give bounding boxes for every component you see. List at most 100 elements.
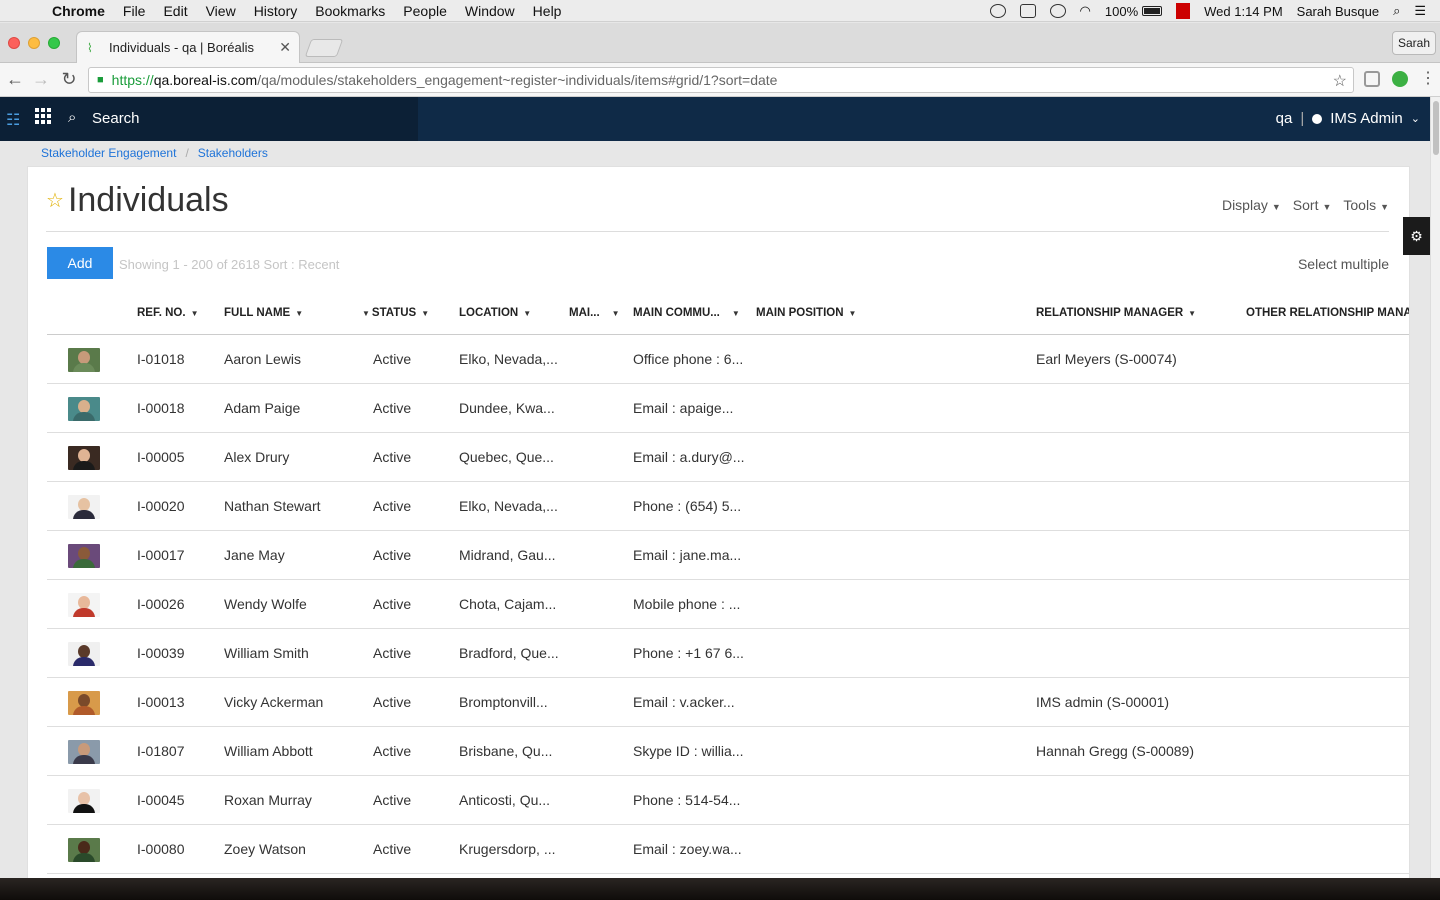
creative-cloud-icon[interactable]	[989, 4, 1006, 18]
list-view-icon[interactable]: ☷	[6, 110, 20, 130]
cell-ref-no[interactable]: I-00005	[137, 449, 184, 465]
settings-gear-icon[interactable]: ⚙	[1403, 217, 1430, 255]
menu-window[interactable]: Window	[465, 3, 515, 19]
chrome-menu-icon[interactable]: ⋮	[1420, 68, 1436, 87]
cell-relationship-manager[interactable]: Earl Meyers (S-00074)	[1036, 351, 1177, 367]
cell-full-name[interactable]: Vicky Ackerman	[224, 694, 323, 710]
table-row[interactable]: I-00020 Nathan Stewart Active Elko, Nevada,…	[47, 482, 1409, 531]
forward-arrow-icon[interactable]: →	[30, 68, 52, 90]
cell-full-name[interactable]: Zoey Watson	[224, 841, 306, 857]
menu-people[interactable]: People	[403, 3, 447, 19]
cell-ref-no[interactable]: I-00018	[137, 400, 184, 416]
breadcrumb-link-stakeholders[interactable]: Stakeholders	[198, 146, 268, 160]
cell-ref-no[interactable]: I-01807	[137, 743, 184, 759]
table-row[interactable]: I-00017 Jane May Active Midrand, Gau... Emai…	[47, 531, 1409, 580]
avatar[interactable]	[68, 544, 100, 568]
battery-icon[interactable]	[1142, 6, 1163, 16]
user-menu[interactable]: qa | IMS Admin ⌄	[1276, 110, 1420, 127]
avatar[interactable]	[68, 789, 100, 813]
browser-tab-active[interactable]: ⌇ Individuals - qa | Boréalis ✕	[76, 31, 300, 63]
table-row[interactable]: I-00005 Alex Drury Active Quebec, Que... Ema…	[47, 433, 1409, 482]
display-dropdown[interactable]: Display ▼	[1222, 197, 1281, 213]
add-button[interactable]: Add	[47, 247, 113, 279]
search-region[interactable]: ☷ ⌕ Search	[0, 97, 418, 141]
column-header-main[interactable]: MAI... ▼	[569, 307, 620, 319]
camera-extension-icon[interactable]	[1364, 71, 1380, 87]
cell-full-name[interactable]: William Smith	[224, 645, 309, 661]
menu-bookmarks[interactable]: Bookmarks	[315, 3, 385, 19]
cell-relationship-manager[interactable]: Hannah Gregg (S-00089)	[1036, 743, 1194, 759]
wifi-icon[interactable]: ◠	[1080, 3, 1091, 19]
avatar[interactable]	[68, 348, 100, 372]
column-header-full-name[interactable]: FULL NAME ▼	[224, 307, 303, 319]
column-header-ref-no[interactable]: REF. NO. ▼	[137, 307, 198, 319]
menu-app-name[interactable]: Chrome	[52, 3, 105, 19]
tools-dropdown[interactable]: Tools ▼	[1343, 197, 1389, 213]
column-header-location[interactable]: LOCATION ▼	[459, 307, 531, 319]
scrollbar-thumb[interactable]	[1433, 101, 1439, 155]
minimize-window-button[interactable]	[28, 37, 40, 49]
back-arrow-icon[interactable]: ←	[4, 68, 26, 90]
favorite-star-icon[interactable]: ☆	[46, 188, 64, 213]
address-bar[interactable]: ■ https:// qa.boreal-is.com /qa/modules/…	[88, 67, 1354, 93]
cell-ref-no[interactable]: I-00045	[137, 792, 184, 808]
cell-full-name[interactable]: Aaron Lewis	[224, 351, 301, 367]
zoom-window-button[interactable]	[48, 37, 60, 49]
menu-view[interactable]: View	[206, 3, 236, 19]
table-row[interactable]: I-00018 Adam Paige Active Dundee, Kwa... Ema…	[47, 384, 1409, 433]
notification-center-icon[interactable]: ☰	[1414, 3, 1426, 19]
lock-icon[interactable]: ■	[97, 74, 104, 86]
cell-full-name[interactable]: Nathan Stewart	[224, 498, 321, 514]
breadcrumb-link-stakeholder-engagement[interactable]: Stakeholder Engagement	[41, 146, 176, 160]
check-tray-icon[interactable]	[1019, 4, 1036, 18]
cell-full-name[interactable]: Roxan Murray	[224, 792, 312, 808]
avatar[interactable]	[68, 838, 100, 862]
avatar[interactable]	[68, 446, 100, 470]
column-header-main-communication[interactable]: MAIN COMMU... ▼	[633, 307, 740, 319]
sync-tray-icon[interactable]	[1049, 4, 1066, 18]
cell-ref-no[interactable]: I-00080	[137, 841, 184, 857]
reload-icon[interactable]: ↻	[58, 68, 80, 90]
table-row[interactable]: I-00013 Vicky Ackerman Active Bromptonvill.…	[47, 678, 1409, 727]
cell-ref-no[interactable]: I-00013	[137, 694, 184, 710]
search-icon[interactable]: ⌕	[68, 109, 76, 126]
spotlight-search-icon[interactable]: ⌕	[1393, 3, 1400, 19]
cell-full-name[interactable]: Wendy Wolfe	[224, 596, 307, 612]
column-header-other-relationship-manager[interactable]: OTHER RELATIONSHIP MANAG	[1246, 307, 1409, 319]
avatar[interactable]	[68, 691, 100, 715]
bookmark-star-icon[interactable]: ☆	[1333, 71, 1347, 91]
new-tab-button[interactable]	[304, 39, 344, 57]
cell-ref-no[interactable]: I-00039	[137, 645, 184, 661]
page-scrollbar[interactable]	[1430, 97, 1440, 880]
cell-ref-no[interactable]: I-01018	[137, 351, 184, 367]
table-row[interactable]: I-01018 Aaron Lewis Active Elko, Nevada,...…	[47, 335, 1409, 384]
table-row[interactable]: I-00026 Wendy Wolfe Active Chota, Cajam... M…	[47, 580, 1409, 629]
menu-edit[interactable]: Edit	[163, 3, 187, 19]
user-name[interactable]: IMS Admin	[1330, 110, 1403, 127]
column-header-relationship-manager[interactable]: RELATIONSHIP MANAGER ▼	[1036, 307, 1196, 319]
cell-ref-no[interactable]: I-00020	[137, 498, 184, 514]
avatar[interactable]	[68, 642, 100, 666]
cell-full-name[interactable]: Alex Drury	[224, 449, 289, 465]
avatar[interactable]	[68, 495, 100, 519]
cell-full-name[interactable]: William Abbott	[224, 743, 313, 759]
cell-relationship-manager[interactable]: IMS admin (S-00001)	[1036, 694, 1169, 710]
column-header-status[interactable]: ▼ STATUS ▼	[362, 307, 429, 319]
sort-dropdown[interactable]: Sort ▼	[1293, 197, 1332, 213]
cell-ref-no[interactable]: I-00026	[137, 596, 184, 612]
input-source-flag-icon[interactable]	[1176, 3, 1191, 19]
menu-help[interactable]: Help	[533, 3, 562, 19]
avatar[interactable]	[68, 397, 100, 421]
close-window-button[interactable]	[8, 37, 20, 49]
column-header-main-position[interactable]: MAIN POSITION ▼	[756, 307, 856, 319]
table-row[interactable]: I-00080 Zoey Watson Active Krugersdorp, ...…	[47, 825, 1409, 874]
table-row[interactable]: I-00045 Roxan Murray Active Anticosti, Qu..…	[47, 776, 1409, 825]
avatar[interactable]	[68, 740, 100, 764]
workspace-name[interactable]: qa	[1276, 110, 1293, 127]
menubar-user[interactable]: Sarah Busque	[1297, 4, 1379, 19]
profile-button[interactable]: Sarah	[1392, 31, 1436, 55]
menu-file[interactable]: File	[123, 3, 146, 19]
table-row[interactable]: I-00039 William Smith Active Bradford, Que.…	[47, 629, 1409, 678]
clock[interactable]: Wed 1:14 PM	[1204, 4, 1283, 19]
menu-history[interactable]: History	[254, 3, 298, 19]
